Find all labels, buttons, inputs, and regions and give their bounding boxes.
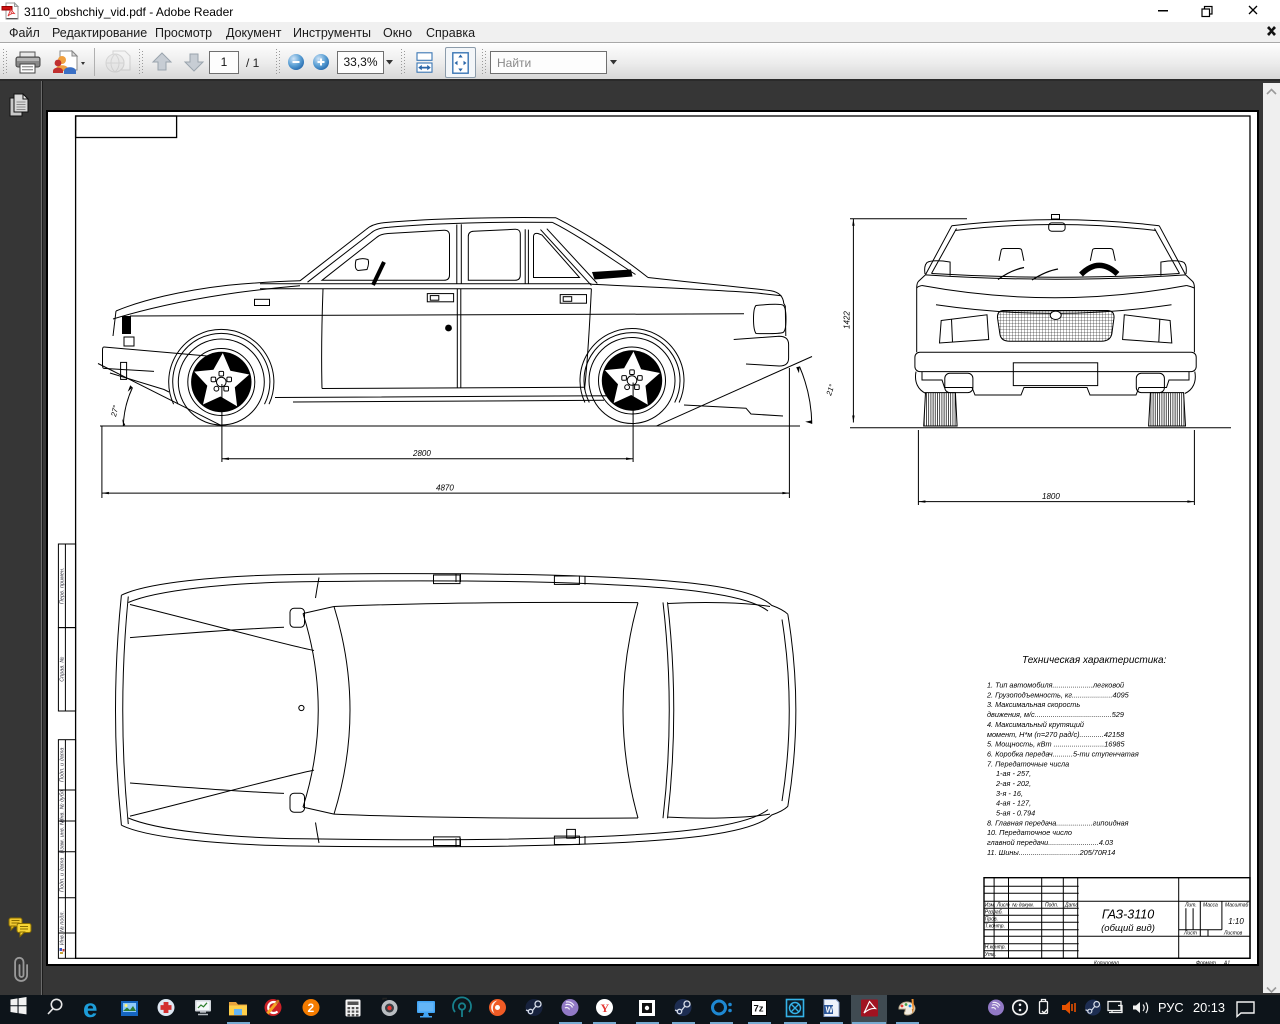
svg-text:1:10: 1:10: [1228, 917, 1244, 926]
svg-text:главной передачи..............: главной передачи........................…: [987, 838, 1113, 847]
svg-text:11. Шины......................: 11. Шины..............................20…: [987, 848, 1115, 857]
svg-text:1. Тип автомобиля.............: 1. Тип автомобиля....................лег…: [987, 681, 1124, 690]
svg-text:Лист: Лист: [1183, 931, 1197, 937]
svg-text:Листов: Листов: [1223, 931, 1243, 937]
svg-text:№ докум.: № докум.: [1012, 903, 1034, 909]
svg-text:5. Мощность, кВт .............: 5. Мощность, кВт .......................…: [987, 740, 1125, 749]
svg-text:4870: 4870: [436, 484, 454, 493]
svg-text:Т.контр.: Т.контр.: [985, 924, 1005, 930]
svg-text:10. Передаточное число: 10. Передаточное число: [987, 828, 1072, 837]
svg-text:1-ая - 257,: 1-ая - 257,: [996, 769, 1031, 778]
svg-text:7. Передаточные числа: 7. Передаточные числа: [987, 759, 1069, 768]
svg-text:6. Коробка передач..........5-: 6. Коробка передач..........5-ти ступенч…: [987, 750, 1139, 759]
svg-text:8. Главная передача...........: 8. Главная передача..................гип…: [987, 818, 1129, 827]
svg-text:(общий вид): (общий вид): [1101, 923, 1155, 934]
svg-text:Справ. №: Справ. №: [60, 657, 66, 682]
svg-text:Изм. Лист: Изм. Лист: [985, 903, 1010, 909]
svg-text:Техническая характеристика:: Техническая характеристика:: [1022, 655, 1167, 666]
svg-text:Утв.: Утв.: [985, 952, 996, 958]
svg-text:ГАЗ-3110: ГАЗ-3110: [1102, 908, 1154, 922]
svg-text:Взам. инв. №: Взам. инв. №: [60, 819, 66, 853]
svg-text:Масса: Масса: [1203, 903, 1218, 909]
svg-text:7z: 7z: [754, 1004, 764, 1015]
svg-text:движения, м/с.................: движения, м/с...........................…: [987, 710, 1124, 719]
svg-text:Формат: Формат: [1196, 961, 1216, 967]
svg-text:Подп.: Подп.: [1045, 903, 1058, 909]
svg-text:2: 2: [308, 1001, 315, 1015]
svg-text:Инв. № подл.: Инв. № подл.: [60, 911, 66, 945]
svg-text:1422: 1422: [843, 311, 852, 329]
svg-text:Н.контр.: Н.контр.: [985, 945, 1006, 951]
svg-text:А1: А1: [1223, 961, 1230, 967]
svg-text:Копировал: Копировал: [1094, 961, 1119, 967]
svg-text:РУС: РУС: [1158, 1000, 1184, 1015]
svg-text:1800: 1800: [1042, 492, 1060, 501]
svg-text:4. Максимальный крутящий: 4. Максимальный крутящий: [987, 720, 1084, 729]
svg-text:3-я - 16,: 3-я - 16,: [996, 789, 1023, 798]
svg-text:Инв. № дубл.: Инв. № дубл.: [60, 789, 66, 823]
svg-text:3. Максимальная скорость: 3. Максимальная скорость: [987, 700, 1080, 709]
svg-text:Подп. и дата: Подп. и дата: [60, 858, 66, 892]
svg-text:Масштаб: Масштаб: [1225, 903, 1249, 909]
svg-text:Y: Y: [601, 1001, 610, 1015]
svg-text:Перв. примен.: Перв. примен.: [60, 568, 66, 605]
svg-text:e: e: [83, 995, 97, 1023]
svg-text:W: W: [826, 1006, 834, 1015]
svg-text:Разраб.: Разраб.: [985, 910, 1003, 916]
svg-text:Пров.: Пров.: [985, 917, 998, 923]
svg-text:Дата: Дата: [1064, 903, 1078, 909]
svg-text:2. Грузоподъемность, кг.......: 2. Грузоподъемность, кг.................…: [986, 690, 1130, 699]
svg-text:20:13: 20:13: [1193, 1000, 1225, 1015]
svg-text:5-ая - 0.794: 5-ая - 0.794: [996, 809, 1035, 818]
svg-text:Подп. и дата: Подп. и дата: [60, 748, 66, 782]
svg-text:2800: 2800: [412, 449, 431, 458]
svg-text:момент, Н*м (n=270 рад/с).....: момент, Н*м (n=270 рад/с)............421…: [987, 730, 1125, 739]
svg-text:Лит.: Лит.: [1184, 903, 1197, 909]
svg-text:4-ая - 127,: 4-ая - 127,: [996, 799, 1031, 808]
svg-text:2-ая - 202,: 2-ая - 202,: [995, 779, 1031, 788]
